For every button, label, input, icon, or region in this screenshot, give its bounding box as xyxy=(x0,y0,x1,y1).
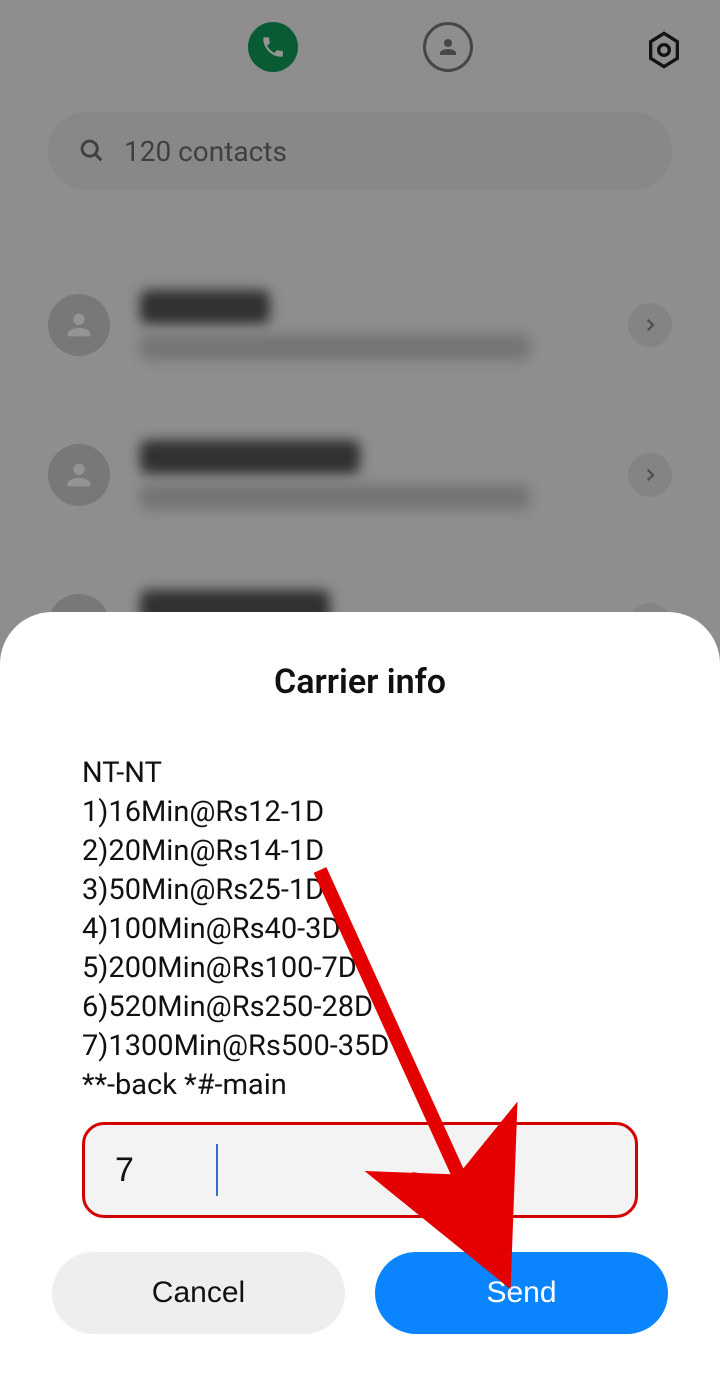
dialog-buttons: Cancel Send xyxy=(52,1252,668,1334)
cancel-button[interactable]: Cancel xyxy=(52,1252,345,1334)
send-button[interactable]: Send xyxy=(375,1252,668,1334)
ussd-menu-text: NT-NT 1)16Min@Rs12-1D 2)20Min@Rs14-1D 3)… xyxy=(82,754,720,1105)
dialog-title: Carrier info xyxy=(0,662,720,702)
text-cursor xyxy=(216,1144,218,1196)
carrier-info-dialog: Carrier info NT-NT 1)16Min@Rs12-1D 2)20M… xyxy=(0,612,720,1400)
ussd-input-wrap xyxy=(82,1122,638,1218)
ussd-input[interactable] xyxy=(82,1122,638,1218)
